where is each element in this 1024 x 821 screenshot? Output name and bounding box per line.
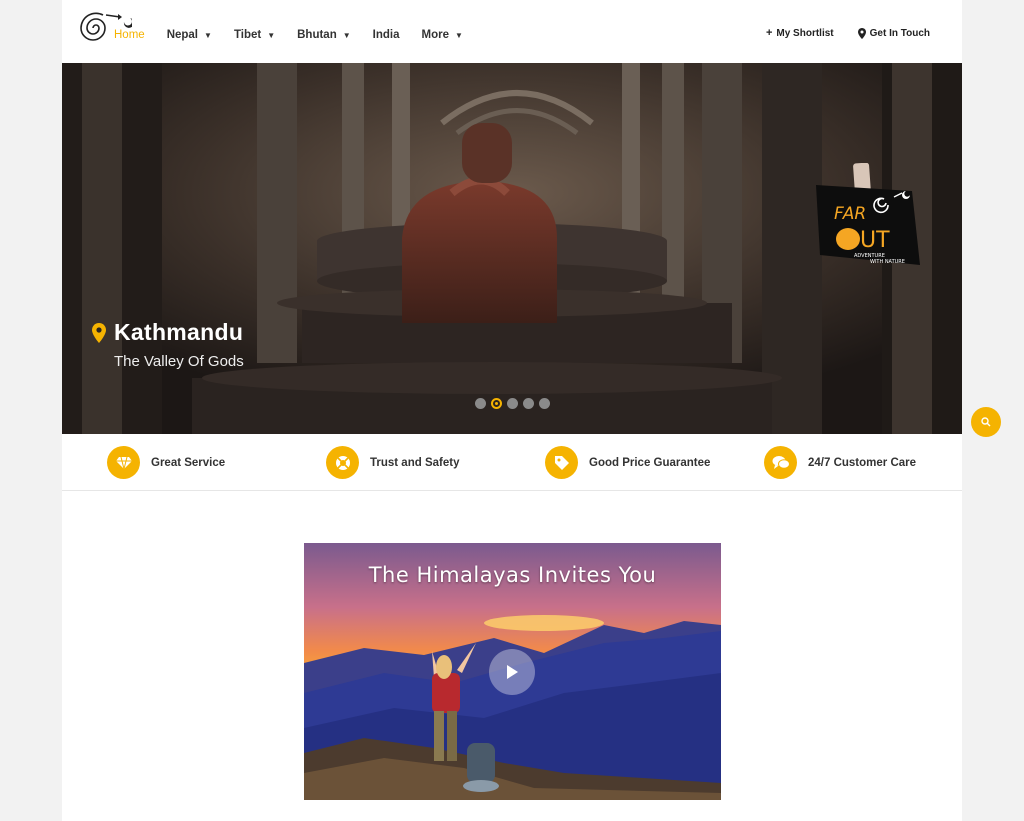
svg-text:UT: UT xyxy=(860,228,890,253)
caret-down-icon: ▼ xyxy=(267,30,276,40)
search-button[interactable] xyxy=(971,407,1001,437)
caret-down-icon: ▼ xyxy=(204,30,212,40)
header: Home Nepal ▼ Tibet ▼ Bhutan ▼ India More… xyxy=(62,0,962,63)
map-marker-icon xyxy=(92,322,106,343)
diamond-icon xyxy=(107,446,140,479)
farout-badge-logo: FAR UT ADVENTURE WITH NATURE xyxy=(816,163,920,265)
promo-video[interactable]: The Himalayas Invites You xyxy=(304,543,721,800)
lifebuoy-icon xyxy=(326,446,359,479)
nav-india[interactable]: India xyxy=(373,29,400,41)
hero-subtitle: The Valley Of Gods xyxy=(114,353,244,370)
nav-more[interactable]: More ▼ xyxy=(422,29,463,41)
hero-location: Kathmandu xyxy=(92,319,243,346)
slider-dot[interactable] xyxy=(523,398,534,409)
slider-dot[interactable] xyxy=(539,398,550,409)
map-pin-icon xyxy=(857,27,866,39)
nav-home-label: Home xyxy=(114,29,145,41)
features-bar: Great Service Trust and Safety Good Pric… xyxy=(62,434,962,491)
plus-icon: + xyxy=(765,27,773,39)
nav-tibet-label: Tibet xyxy=(233,29,262,41)
feature-price-guarantee: Good Price Guarantee xyxy=(545,446,710,479)
page: Home Nepal ▼ Tibet ▼ Bhutan ▼ India More… xyxy=(62,0,962,821)
nav-india-label: India xyxy=(372,29,400,41)
feature-label: Good Price Guarantee xyxy=(589,456,711,469)
header-actions: + My Shortlist Get In Touch xyxy=(742,27,930,39)
play-button[interactable] xyxy=(489,649,535,695)
nav-more-label: More xyxy=(421,29,449,41)
video-title: The Himalayas Invites You xyxy=(368,563,657,587)
play-icon xyxy=(507,665,518,679)
caret-down-icon: ▼ xyxy=(342,30,351,40)
slider-dot[interactable] xyxy=(507,398,518,409)
nav-bhutan-label: Bhutan xyxy=(297,29,337,41)
nav-home[interactable]: Home xyxy=(114,29,145,41)
shortlist-label: My Shortlist xyxy=(776,27,834,39)
search-icon xyxy=(981,417,991,427)
chat-icon xyxy=(764,446,797,479)
feature-label: Trust and Safety xyxy=(370,456,460,469)
feature-trust-safety: Trust and Safety xyxy=(326,446,459,479)
nav-bhutan[interactable]: Bhutan ▼ xyxy=(297,29,351,41)
slider-dots xyxy=(475,398,555,409)
site-logo[interactable] xyxy=(72,8,132,48)
nav-tibet[interactable]: Tibet ▼ xyxy=(234,29,275,41)
feature-customer-care: 24/7 Customer Care xyxy=(764,446,916,479)
tag-icon xyxy=(545,446,578,479)
nav-nepal-label: Nepal xyxy=(166,29,199,41)
nav-nepal[interactable]: Nepal ▼ xyxy=(167,29,212,41)
svg-text:WITH NATURE: WITH NATURE xyxy=(870,259,905,265)
feature-label: Great Service xyxy=(151,456,226,469)
shortlist-link[interactable]: + My Shortlist xyxy=(766,27,834,39)
svg-text:FAR: FAR xyxy=(834,204,866,224)
hero-slider: Kathmandu The Valley Of Gods FAR UT ADVE… xyxy=(62,63,962,434)
get-in-touch-label: Get In Touch xyxy=(869,27,930,39)
main-nav: Home Nepal ▼ Tibet ▼ Bhutan ▼ India More… xyxy=(114,29,485,41)
hero-title: Kathmandu xyxy=(114,319,244,345)
caret-down-icon: ▼ xyxy=(454,30,463,40)
feature-great-service: Great Service xyxy=(107,446,225,479)
slider-dot-active[interactable] xyxy=(491,398,502,409)
slider-dot[interactable] xyxy=(475,398,486,409)
feature-label: 24/7 Customer Care xyxy=(808,456,917,469)
get-in-touch-link[interactable]: Get In Touch xyxy=(857,27,930,39)
